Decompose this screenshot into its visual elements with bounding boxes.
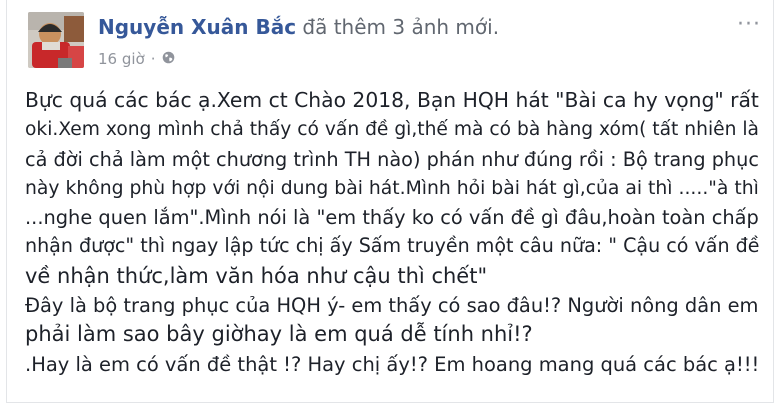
globe-icon-graphic [162, 51, 174, 64]
avatar[interactable] [28, 12, 84, 68]
post-text-line: này không phù hợp với nội dung bài hát.M… [25, 177, 759, 199]
post-action-text: đã thêm 3 ảnh mới. [302, 15, 500, 39]
facebook-post-card: Nguyễn Xuân Bắc đã thêm 3 ảnh mới. 16 gi… [6, 0, 774, 403]
post-text-line: .Hay là em có vấn đề thật !? Hay chị ấy!… [25, 352, 760, 376]
post-text-line: oki.Xem xong mình chả thấy có vấn đề gì,… [25, 119, 759, 141]
post-text-line: về nhận thức,làm văn hóa như cậu thì chế… [25, 263, 488, 288]
meta-separator: · [150, 50, 156, 68]
post-text-line: Đây là bộ trang phục của HQH ý- em thấy … [25, 294, 759, 318]
post-text-line: nhận được" thì ngay lập tức chị ấy Sấm t… [25, 235, 760, 258]
post-header: Nguyễn Xuân Bắc đã thêm 3 ảnh mới. [98, 14, 499, 40]
post-text-line: Bực quá các bác ạ.Xem ct Chào 2018, Bạn … [25, 88, 759, 112]
author-name-link[interactable]: Nguyễn Xuân Bắc [98, 15, 296, 39]
post-text-line: phải làm sao bây giờhay là em quá dễ tín… [25, 322, 533, 347]
more-options-icon[interactable]: ··· [737, 14, 761, 36]
post-timestamp[interactable]: 16 giờ [98, 50, 145, 68]
post-text-line: cả đời chả làm một chương trình TH nào) … [25, 147, 759, 171]
post-meta: 16 giờ · [98, 50, 175, 68]
globe-icon[interactable] [162, 50, 175, 68]
avatar-image [28, 12, 84, 68]
post-text-line: ...nghe quen lắm".Mình nói là "em thấy k… [25, 206, 759, 230]
post-body-text: Bực quá các bác ạ.Xem ct Chào 2018, Bạn … [25, 86, 763, 379]
